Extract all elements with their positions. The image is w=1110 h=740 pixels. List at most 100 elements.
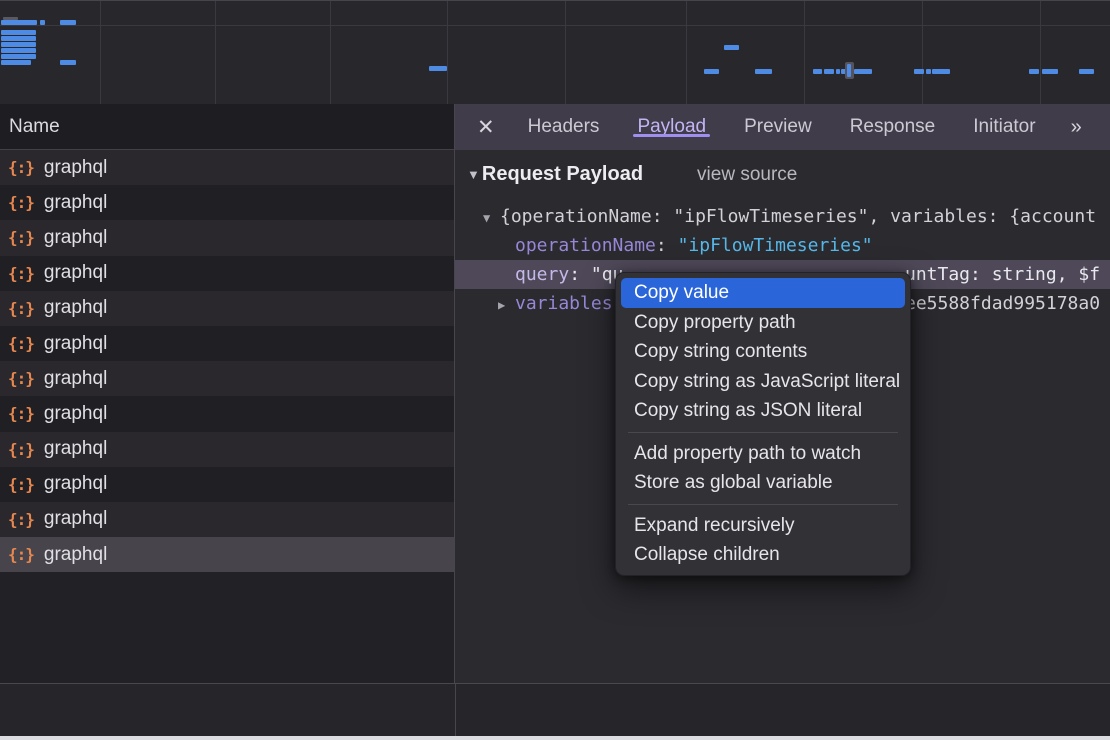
overview-gridline: [922, 1, 923, 104]
json-fetch-icon: {:}: [8, 440, 34, 459]
request-row[interactable]: {:}graphql: [0, 467, 454, 502]
menu-item-copy-value[interactable]: Copy value: [621, 278, 905, 308]
menu-item-add-property-path-to-watch[interactable]: Add property path to watch: [621, 439, 905, 469]
tree-row-root[interactable]: ▼{operationName: "ipFlowTimeseries", var…: [455, 202, 1110, 231]
menu-item-copy-string-contents[interactable]: Copy string contents: [621, 337, 905, 367]
overview-gridline: [100, 1, 101, 104]
collapse-triangle-icon[interactable]: ▶: [498, 291, 515, 318]
request-name-label: graphql: [44, 368, 107, 390]
root-preview-text: {operationName: "ipFlowTimeseries", vari…: [500, 206, 1096, 227]
tree-row-operation-name[interactable]: operationName: "ipFlowTimeseries": [455, 231, 1110, 260]
network-overview[interactable]: [0, 0, 1110, 104]
overview-horizontal-divider: [0, 25, 1110, 26]
network-activity-bar: [60, 60, 76, 65]
network-activity-bar: [824, 69, 834, 74]
request-row[interactable]: {:} graphql: [0, 396, 454, 431]
tab-response[interactable]: Response: [850, 116, 936, 137]
overview-gridline: [215, 1, 216, 104]
overview-gridline: [686, 1, 687, 104]
network-activity-bar: [40, 20, 45, 25]
request-name-label: graphql: [44, 297, 107, 319]
network-activity-bar: [847, 64, 851, 77]
request-name-label: graphql: [44, 403, 107, 425]
key-separator: :: [656, 235, 678, 256]
network-activity-bar: [914, 69, 924, 74]
request-name-label: graphql: [44, 262, 107, 284]
json-fetch-icon: {:}: [8, 264, 34, 283]
request-row[interactable]: {:} graphql: [0, 220, 454, 255]
network-activity-bar: [1, 54, 36, 59]
request-name-label: graphql: [44, 333, 107, 355]
network-activity-bar: [1042, 69, 1058, 74]
property-value-right: ee5588fdad995178a0: [905, 289, 1100, 318]
expand-triangle-icon[interactable]: ▼: [483, 204, 500, 231]
json-fetch-icon: {:}: [8, 193, 34, 212]
network-activity-bar: [704, 69, 719, 74]
network-activity-bar: [1079, 69, 1094, 74]
network-activity-bar: [932, 69, 950, 74]
tab-payload[interactable]: Payload: [637, 116, 706, 137]
menu-item-copy-property-path[interactable]: Copy property path: [621, 308, 905, 338]
request-row[interactable]: {:} graphql: [0, 256, 454, 291]
network-activity-bar: [1029, 69, 1039, 74]
tab-headers[interactable]: Headers: [528, 116, 600, 137]
request-name-label: graphql: [44, 157, 107, 179]
network-activity-bar: [1, 48, 36, 53]
request-name-label: graphql: [44, 227, 107, 249]
menu-item-collapse-children[interactable]: Collapse children: [621, 540, 905, 570]
overview-gridline: [804, 1, 805, 104]
property-key: query: [515, 264, 569, 285]
section-expand-triangle-icon[interactable]: ▼: [467, 167, 480, 182]
panel-divider: [455, 684, 456, 736]
context-menu: Copy valueCopy property pathCopy string …: [615, 272, 911, 576]
network-activity-bar: [1, 36, 36, 41]
request-row[interactable]: {:}graphql: [0, 150, 454, 185]
json-fetch-icon: {:}: [8, 228, 34, 247]
property-key: operationName: [515, 235, 656, 256]
network-activity-bar: [60, 20, 76, 25]
request-row[interactable]: {:} graphql: [0, 185, 454, 220]
network-activity-bar: [836, 69, 840, 74]
menu-separator: [628, 432, 898, 433]
menu-item-expand-recursively[interactable]: Expand recursively: [621, 511, 905, 541]
overview-gridline: [565, 1, 566, 104]
request-name-label: graphql: [44, 192, 107, 214]
request-name-label: graphql: [44, 544, 107, 566]
request-row[interactable]: {:} graphql: [0, 361, 454, 396]
request-row[interactable]: {:} graphql: [0, 432, 454, 467]
json-fetch-icon: {:}: [8, 510, 34, 529]
network-activity-bar: [813, 69, 822, 74]
section-title: Request Payload: [482, 163, 643, 186]
close-icon[interactable]: ✕: [477, 115, 495, 140]
view-source-link[interactable]: view source: [697, 164, 797, 186]
request-row[interactable]: {:} graphql: [0, 537, 454, 572]
name-column-header[interactable]: Name: [0, 104, 454, 150]
network-activity-bar: [1, 60, 31, 65]
request-row[interactable]: {:} graphql: [0, 326, 454, 361]
json-fetch-icon: {:}: [8, 475, 34, 494]
menu-separator: [628, 504, 898, 505]
request-list-body: {:} graphql {:} graphql {:} graphql {:} graphql…: [0, 150, 454, 572]
overview-gridline: [330, 1, 331, 104]
window-bottom-edge: [0, 736, 1110, 740]
json-fetch-icon: {:}: [8, 545, 34, 564]
request-payload-header: ▼ Request Payload view source: [467, 163, 797, 186]
request-row[interactable]: {:}graphql: [0, 502, 454, 537]
network-activity-bar: [926, 69, 931, 74]
more-tabs-chevron-icon[interactable]: »: [1071, 116, 1079, 139]
menu-item-store-as-global-variable[interactable]: Store as global variable: [621, 468, 905, 498]
overview-gridline: [1040, 1, 1041, 104]
request-row[interactable]: {:}graphql: [0, 291, 454, 326]
json-fetch-icon: {:}: [8, 369, 34, 388]
tab-initiator[interactable]: Initiator: [973, 116, 1035, 137]
request-name-label: graphql: [44, 438, 107, 460]
json-fetch-icon: {:}: [8, 404, 34, 423]
menu-item-copy-string-as-json-literal[interactable]: Copy string as JSON literal: [621, 396, 905, 426]
menu-item-copy-string-as-javascript-literal[interactable]: Copy string as JavaScript literal: [621, 367, 905, 397]
json-fetch-icon: {:}: [8, 334, 34, 353]
overview-gridline: [447, 1, 448, 104]
network-activity-bar: [1, 20, 37, 25]
network-activity-bar: [854, 69, 872, 74]
tab-preview[interactable]: Preview: [744, 116, 812, 137]
detail-tab-bar: ✕ Headers Payload Preview Response Initiator…: [455, 104, 1110, 150]
